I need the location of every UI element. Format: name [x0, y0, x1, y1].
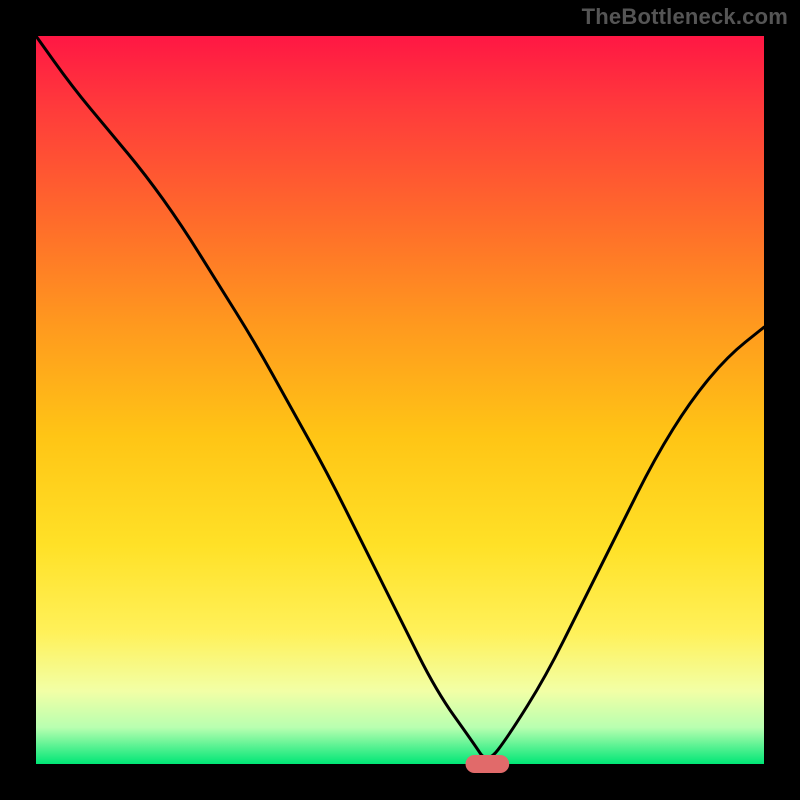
chart-container: TheBottleneck.com: [0, 0, 800, 800]
plot-background: [36, 36, 764, 764]
bottleneck-chart: [0, 0, 800, 800]
optimal-marker: [466, 755, 510, 773]
watermark-text: TheBottleneck.com: [582, 4, 788, 30]
